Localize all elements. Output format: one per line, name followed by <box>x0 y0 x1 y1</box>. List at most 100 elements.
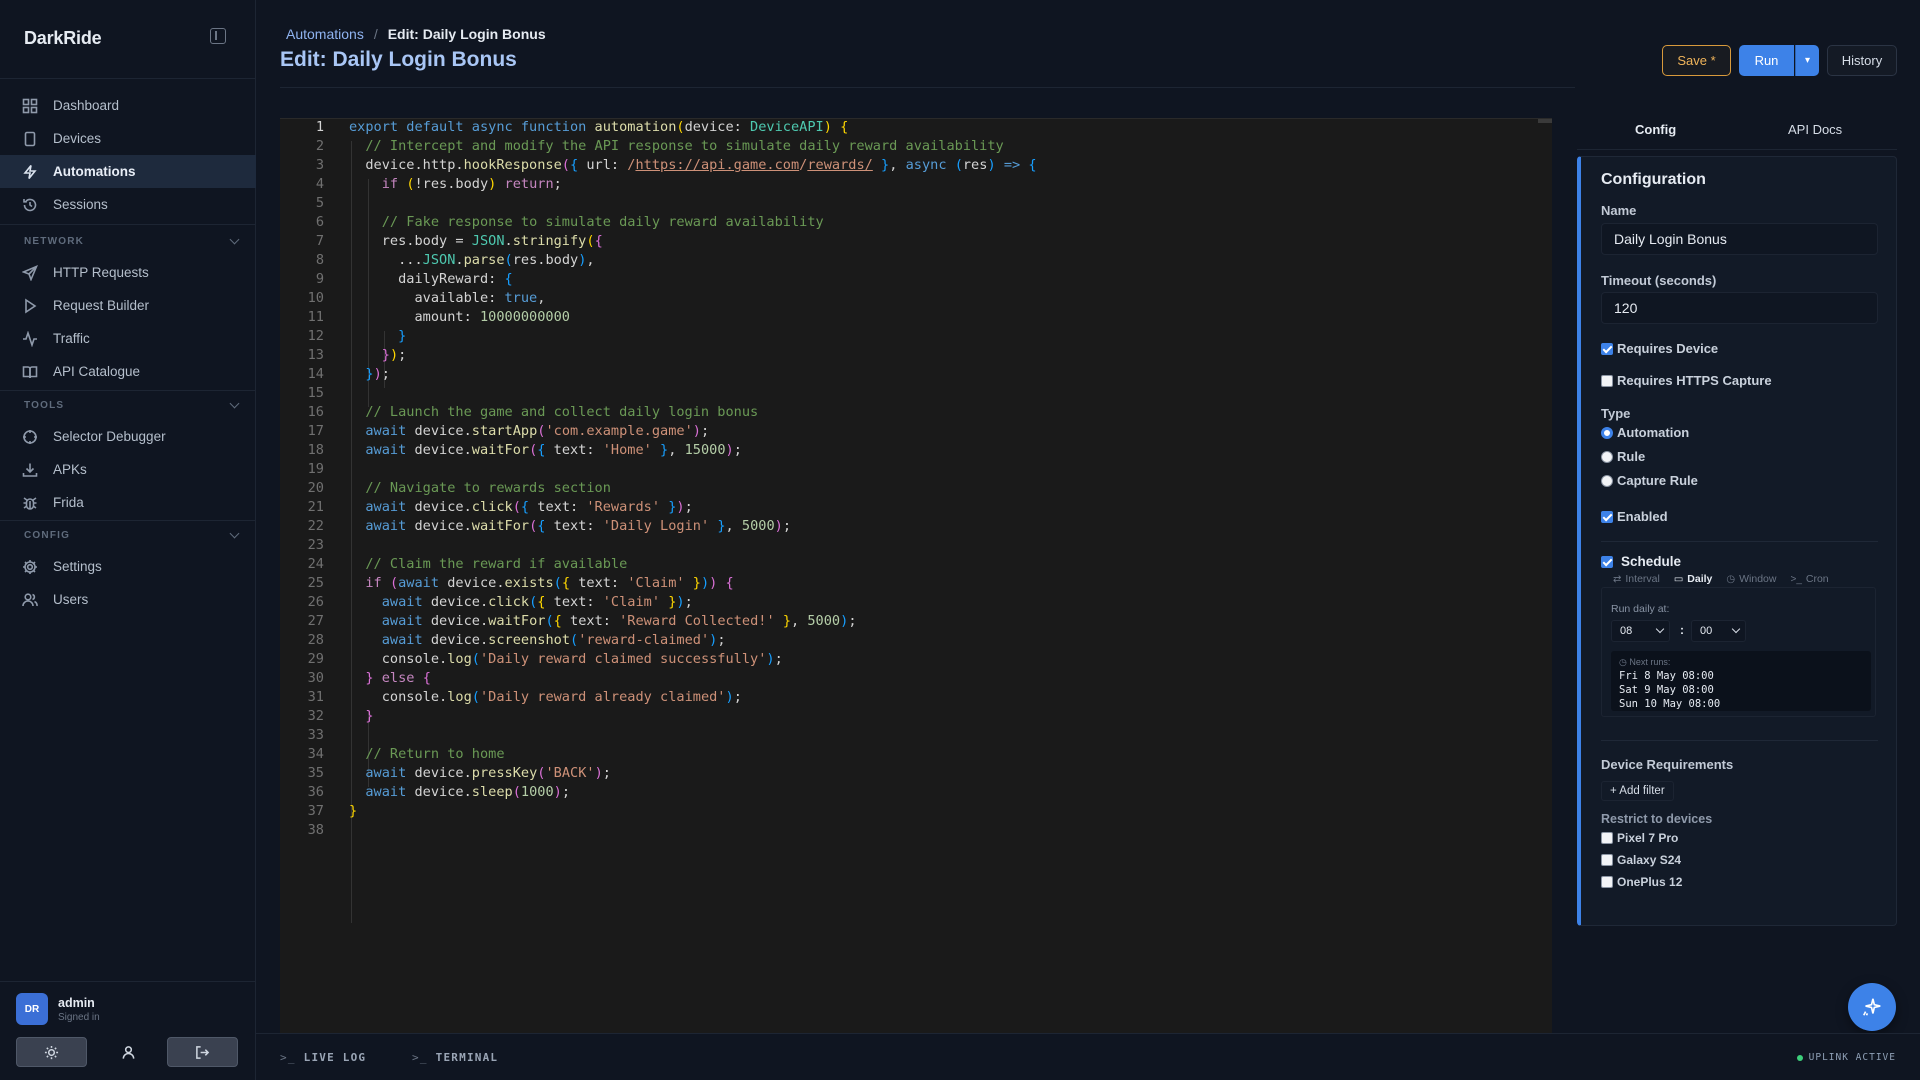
requires-https-checkbox-row[interactable]: Requires HTTPS Capture <box>1601 373 1772 388</box>
code-line: 31 console.log('Daily reward already cla… <box>307 689 742 705</box>
device-checkbox-row[interactable]: Pixel 7 Pro <box>1601 831 1678 845</box>
breadcrumb-current: Edit: Daily Login Bonus <box>387 26 546 42</box>
schedule-tab-interval[interactable]: ⇄ Interval <box>1613 573 1660 585</box>
schedule-tab-cron[interactable]: >_ Cron <box>1790 573 1828 585</box>
schedule-checkbox-row[interactable]: Schedule <box>1601 554 1681 569</box>
sidebar-item-label: API Catalogue <box>53 364 141 379</box>
sidebar-item-selector-debugger[interactable]: Selector Debugger <box>0 420 256 453</box>
type-radio-rule[interactable]: Rule <box>1601 449 1645 464</box>
schedule-tab-window[interactable]: ◷ Window <box>1726 573 1776 585</box>
terminal-tab[interactable]: >_ TERMINAL <box>412 1051 498 1064</box>
section-label-network[interactable]: NETWORK <box>0 226 256 256</box>
radio-button[interactable] <box>1601 474 1613 487</box>
sidebar-item-label: Sessions <box>53 197 108 212</box>
tab-config[interactable]: Config <box>1635 122 1676 137</box>
code-line: 38 <box>307 822 324 838</box>
checkbox-label: Requires HTTPS Capture <box>1617 373 1772 388</box>
sidebar-item-api-catalogue[interactable]: API Catalogue <box>0 355 256 388</box>
sun-icon <box>44 1045 59 1059</box>
add-filter-button[interactable]: + Add filter <box>1601 781 1674 801</box>
tab-api-docs[interactable]: API Docs <box>1788 122 1842 137</box>
config-title: Configuration <box>1601 171 1706 188</box>
section-label-config[interactable]: CONFIG <box>0 520 256 550</box>
device-checkbox-row[interactable]: OnePlus 12 <box>1601 875 1682 889</box>
radio-button[interactable] <box>1601 450 1613 463</box>
code-editor[interactable]: 1 export default async function automatio… <box>280 118 1552 1033</box>
logout-button[interactable] <box>167 1037 238 1067</box>
theme-toggle-button[interactable] <box>16 1037 87 1067</box>
users-icon <box>22 592 38 608</box>
status-dot-icon <box>1796 1054 1803 1061</box>
requires-device-checkbox[interactable] <box>1601 342 1613 355</box>
type-radio-automation[interactable]: Automation <box>1601 425 1689 440</box>
schedule-tab-daily[interactable]: ▭ Daily <box>1674 573 1713 585</box>
editor-scrollbar[interactable] <box>1538 119 1552 123</box>
user-card: DR admin Signed in <box>16 993 100 1025</box>
enabled-checkbox[interactable] <box>1601 510 1613 523</box>
code-line: 1 export default async function automatio… <box>315 119 849 135</box>
schedule-checkbox[interactable] <box>1601 555 1613 568</box>
terminal-icon: >_ <box>412 1051 428 1064</box>
send-icon <box>22 264 38 281</box>
sidebar-item-request-builder[interactable]: Request Builder <box>0 289 256 322</box>
sidebar-item-devices[interactable]: Devices <box>0 122 256 155</box>
status-label: UPLINK ACTIVE <box>1808 1052 1896 1063</box>
sidebar-item-apks[interactable]: APKs <box>0 453 256 486</box>
restrict-devices-label: Restrict to devices <box>1601 812 1713 826</box>
play-icon <box>22 298 38 314</box>
breadcrumb-automations-link[interactable]: Automations <box>286 26 364 42</box>
run-options-button[interactable]: ▾ <box>1795 45 1819 76</box>
code-line: 11 amount: 10000000000 <box>307 309 570 325</box>
interval-icon: ⇄ <box>1613 573 1622 585</box>
hour-select[interactable]: 08 <box>1611 620 1670 642</box>
name-input[interactable]: Daily Login Bonus <box>1601 223 1878 255</box>
name-label: Name <box>1601 203 1637 218</box>
device-checkbox[interactable] <box>1601 854 1613 866</box>
sidebar-item-dashboard[interactable]: Dashboard <box>0 89 256 122</box>
sidebar-item-frida[interactable]: Frida <box>0 486 256 519</box>
section-label-tools[interactable]: TOOLS <box>0 390 256 420</box>
device-checkbox[interactable] <box>1601 832 1613 844</box>
live-log-tab[interactable]: >_ LIVE LOG <box>280 1051 366 1064</box>
tab-label: Daily <box>1687 573 1713 585</box>
run-button[interactable]: Run <box>1739 45 1794 76</box>
sidebar-item-users[interactable]: Users <box>0 583 256 616</box>
ai-assistant-button[interactable] <box>1848 983 1896 1031</box>
sidebar-collapse-icon[interactable] <box>210 28 226 44</box>
device-label: Pixel 7 Pro <box>1617 831 1679 845</box>
requires-device-checkbox-row[interactable]: Requires Device <box>1601 341 1718 356</box>
device-checkbox-row[interactable]: Galaxy S24 <box>1601 853 1681 867</box>
device-label: Galaxy S24 <box>1617 853 1682 867</box>
device-checkbox[interactable] <box>1601 876 1613 888</box>
sidebar-item-label: HTTP Requests <box>53 265 149 280</box>
sidebar-item-traffic[interactable]: Traffic <box>0 322 256 355</box>
code-line: 10 available: true, <box>307 290 546 306</box>
sidebar-item-automations[interactable]: Automations <box>0 155 256 188</box>
dashboard-icon <box>22 98 38 114</box>
minute-select[interactable]: 00 <box>1691 620 1746 642</box>
sidebar-item-http-requests[interactable]: HTTP Requests <box>0 256 256 289</box>
type-radio-capture-rule[interactable]: Capture Rule <box>1601 473 1698 488</box>
sidebar-item-settings[interactable]: Settings <box>0 550 256 583</box>
history-button[interactable]: History <box>1827 45 1897 76</box>
code-line: 23 <box>307 537 324 553</box>
breadcrumb-separator: / <box>373 26 378 42</box>
timeout-input[interactable]: 120 <box>1601 292 1878 324</box>
sidebar-item-sessions[interactable]: Sessions <box>0 188 256 221</box>
save-button[interactable]: Save * <box>1662 45 1731 76</box>
radio-button[interactable] <box>1601 426 1613 439</box>
profile-button[interactable] <box>108 1037 148 1067</box>
code-line: 24 // Claim the reward if available <box>307 556 628 572</box>
bolt-icon <box>22 164 38 180</box>
checkbox-label: Requires Device <box>1617 341 1719 356</box>
user-info: admin Signed in <box>58 996 100 1023</box>
code-line: 34 // Return to home <box>307 746 505 762</box>
page-title: Edit: Daily Login Bonus <box>280 48 517 71</box>
history-icon <box>22 197 38 213</box>
requires-https-checkbox[interactable] <box>1601 374 1613 387</box>
enabled-checkbox-row[interactable]: Enabled <box>1601 509 1668 524</box>
divider <box>0 78 256 79</box>
code-line: 36 await device.sleep(1000); <box>307 784 571 800</box>
code-line: 33 <box>307 727 324 743</box>
section-title: CONFIG <box>24 529 71 541</box>
